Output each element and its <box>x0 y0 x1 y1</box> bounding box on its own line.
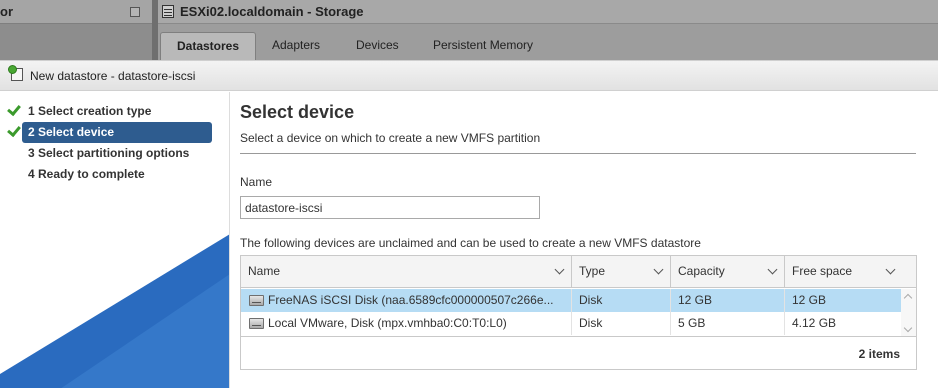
table-row[interactable]: Local VMware, Disk (mpx.vmhba0:C0:T0:L0)… <box>241 312 901 335</box>
decorative-triangle <box>0 234 229 388</box>
wizard-content: Select device Select a device on which t… <box>231 92 938 388</box>
column-header-label: Type <box>579 264 606 278</box>
storage-window-title: ESXi02.localdomain - Storage <box>180 4 364 19</box>
device-free-space-cell: 4.12 GB <box>792 316 837 330</box>
column-header-label: Free space <box>792 264 853 278</box>
wizard-step-1[interactable]: 1 Select creation type <box>22 101 212 122</box>
column-header-free-space[interactable]: Free space <box>785 256 916 288</box>
page-description: Select a device on which to create a new… <box>240 131 541 145</box>
column-header-label: Capacity <box>678 264 725 278</box>
wizard-step-4[interactable]: 4 Ready to complete <box>22 164 212 185</box>
device-type-cell: Disk <box>572 312 671 335</box>
datastore-name-input[interactable] <box>240 196 540 219</box>
chevron-down-icon[interactable] <box>653 264 664 275</box>
name-label: Name <box>240 175 273 189</box>
tab-devices[interactable]: Devices <box>340 32 415 60</box>
chevron-down-icon[interactable] <box>554 264 565 275</box>
maximize-icon[interactable] <box>130 7 140 17</box>
storage-title-bar: ESXi02.localdomain - Storage <box>158 0 938 24</box>
scroll-up-icon[interactable] <box>903 293 913 303</box>
dialog-title: New datastore - datastore-iscsi <box>30 69 196 83</box>
column-header-name[interactable]: Name <box>241 256 572 288</box>
navigator-title: or <box>0 4 13 19</box>
page-title: Select device <box>240 102 355 122</box>
device-capacity-cell: 12 GB <box>671 289 785 312</box>
devices-message: The following devices are unclaimed and … <box>240 236 701 250</box>
new-datastore-dialog: New datastore - datastore-iscsi 1 Select… <box>0 60 938 388</box>
dialog-title-bar: New datastore - datastore-iscsi <box>0 61 938 91</box>
table-header: Name Type Capacity Free space <box>241 256 916 288</box>
device-name-cell: FreeNAS iSCSI Disk (naa.6589cfc000000507… <box>261 289 572 312</box>
table-scrollbar[interactable] <box>901 289 916 336</box>
storage-window: ESXi02.localdomain - Storage Datastores … <box>158 0 938 60</box>
step-complete-check-icon <box>7 103 19 115</box>
tab-persistent-memory[interactable]: Persistent Memory <box>417 32 549 60</box>
table-footer: 2 items <box>241 336 916 369</box>
device-free-space-cell: 12 GB <box>792 293 827 307</box>
tab-adapters[interactable]: Adapters <box>256 32 336 60</box>
column-header-type[interactable]: Type <box>572 256 671 288</box>
column-header-label: Name <box>248 264 281 278</box>
item-count: 2 items <box>858 347 900 361</box>
scroll-down-icon[interactable] <box>903 323 913 333</box>
step-complete-check-icon <box>7 124 19 136</box>
wizard-step-3[interactable]: 3 Select partitioning options <box>22 143 212 164</box>
device-name-cell: Local VMware, Disk (mpx.vmhba0:C0:T0:L0) <box>261 312 572 335</box>
device-table: Name Type Capacity Free space FreeNAS iS… <box>240 255 917 370</box>
storage-tabs: Datastores Adapters Devices Persistent M… <box>158 32 938 60</box>
chevron-down-icon[interactable] <box>885 264 896 275</box>
wizard-step-2[interactable]: 2 Select device <box>22 122 212 143</box>
tab-datastores[interactable]: Datastores <box>160 32 257 60</box>
navigator-panel: or <box>0 0 152 60</box>
device-type-cell: Disk <box>572 289 671 312</box>
host-icon <box>162 5 174 18</box>
navigator-title-bar: or <box>0 0 152 24</box>
column-header-capacity[interactable]: Capacity <box>671 256 785 288</box>
heading-divider <box>240 153 916 154</box>
table-row[interactable]: FreeNAS iSCSI Disk (naa.6589cfc000000507… <box>241 289 901 312</box>
chevron-down-icon[interactable] <box>767 264 778 275</box>
device-capacity-cell: 5 GB <box>671 312 785 335</box>
new-datastore-icon <box>8 65 23 81</box>
wizard-steps: 1 Select creation type 2 Select device 3… <box>0 92 230 388</box>
